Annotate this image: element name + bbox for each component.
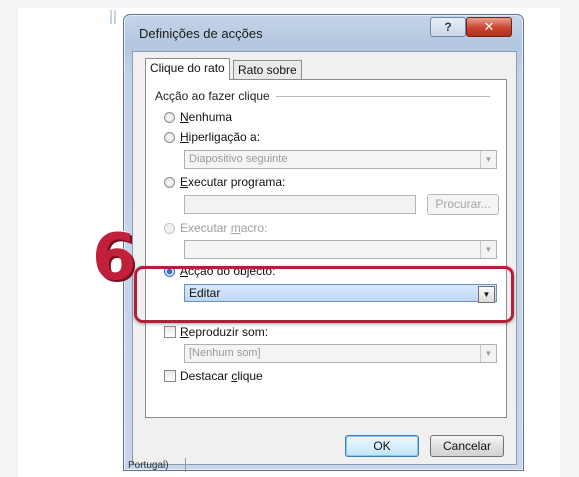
close-button[interactable]: ✕ <box>466 17 512 37</box>
group-label: Acção ao fazer clique <box>155 89 274 103</box>
checkbox-play-sound[interactable]: Reproduzir som: <box>164 324 268 340</box>
checkbox-highlight-click[interactable]: Destacar clique <box>164 368 263 384</box>
radio-hyperlink[interactable]: Hiperligação a: <box>164 129 260 145</box>
radio-none-label: Nenhuma <box>180 110 233 124</box>
dialog-title: Definições de acções <box>139 26 263 41</box>
ruler-marker <box>114 10 116 24</box>
radio-run-program-label: Executar programa: <box>180 175 286 189</box>
radio-run-macro[interactable]: Executar macro: <box>164 220 267 236</box>
help-button[interactable]: ? <box>430 17 466 37</box>
program-path-input[interactable] <box>184 195 416 214</box>
checkbox[interactable] <box>164 326 176 338</box>
checkbox-play-sound-label: Reproduzir som: <box>180 325 269 339</box>
statusbar-divider <box>185 458 186 472</box>
help-icon: ? <box>444 20 452 34</box>
chevron-down-icon[interactable]: ▼ <box>480 345 496 362</box>
ok-button[interactable]: OK <box>345 435 419 457</box>
radio-run-macro-label: Executar macro: <box>180 221 268 235</box>
statusbar-language: Portugal) <box>128 460 169 471</box>
radio-none[interactable]: Nenhuma <box>164 109 232 125</box>
tab-label: Clique do rato <box>150 61 225 75</box>
annotation-highlight-box <box>134 266 514 323</box>
radio-run-program[interactable]: Executar programa: <box>164 174 285 190</box>
sound-select-value: [Nenhum som] <box>189 347 261 359</box>
radio-button[interactable] <box>164 131 175 143</box>
dialog-titlebar[interactable]: Definições de acções ? ✕ <box>124 15 523 47</box>
tab-panel: Acção ao fazer clique Nenhuma Hiperligaç… <box>145 79 507 418</box>
hyperlink-select[interactable]: Diapositivo seguinte ▼ <box>184 150 497 169</box>
tab-mouse-over[interactable]: Rato sobre <box>233 60 302 80</box>
checkbox[interactable] <box>164 370 176 382</box>
browse-button[interactable]: Procurar... <box>427 194 499 215</box>
macro-select[interactable]: ▼ <box>184 240 497 259</box>
hyperlink-select-value: Diapositivo seguinte <box>189 153 288 165</box>
chevron-down-icon[interactable]: ▼ <box>480 151 496 168</box>
dialog-body: Clique do rato Rato sobre Acção ao fazer… <box>132 51 517 465</box>
checkbox-highlight-click-label: Destacar clique <box>180 369 263 383</box>
radio-hyperlink-label: Hiperligação a: <box>180 130 261 144</box>
action-settings-dialog: Definições de acções ? ✕ Clique do rato … <box>123 14 524 471</box>
chevron-down-icon[interactable]: ▼ <box>480 241 496 258</box>
close-icon: ✕ <box>483 19 495 34</box>
radio-button[interactable] <box>164 111 175 123</box>
radio-button[interactable] <box>164 222 175 234</box>
group-divider <box>276 96 490 97</box>
step-number-annotation: 6 <box>92 221 137 295</box>
cancel-button[interactable]: Cancelar <box>430 435 504 457</box>
sound-select[interactable]: [Nenhum som] ▼ <box>184 344 497 363</box>
tab-mouse-click[interactable]: Clique do rato <box>145 58 230 80</box>
radio-button[interactable] <box>164 176 175 188</box>
tab-label: Rato sobre <box>238 63 297 77</box>
ruler-marker <box>110 10 112 24</box>
